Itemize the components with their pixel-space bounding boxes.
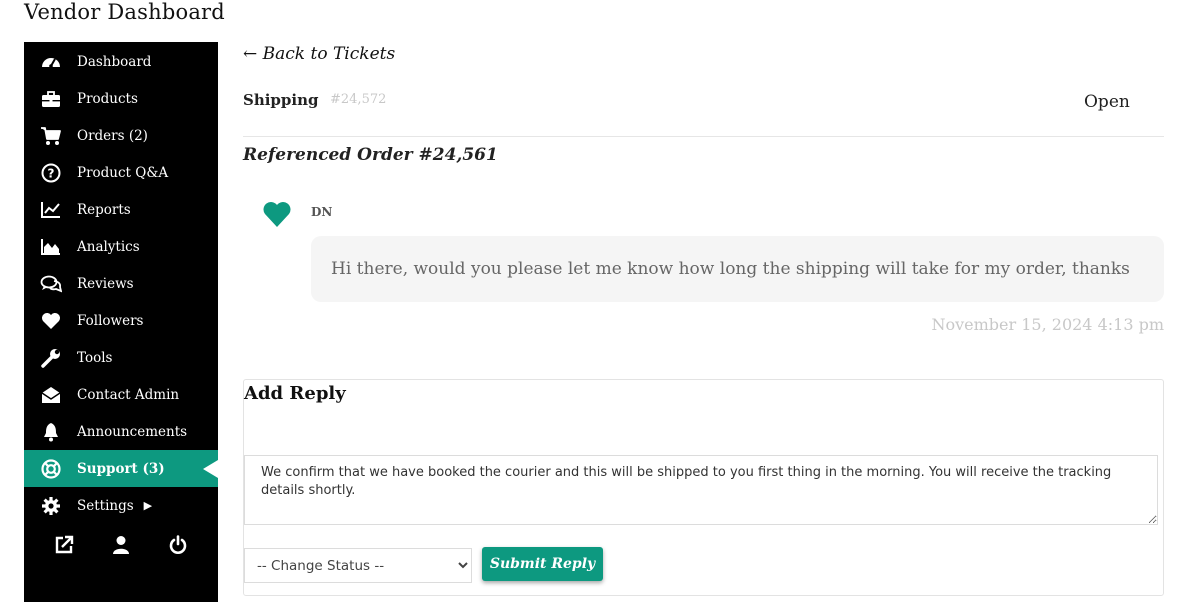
gear-icon bbox=[40, 495, 62, 517]
avatar bbox=[262, 199, 292, 229]
sidebar-item-settings[interactable]: Settings ▶ bbox=[24, 487, 218, 524]
message-bubble: Hi there, would you please let me know h… bbox=[311, 236, 1164, 302]
heart-icon bbox=[40, 310, 62, 332]
sidebar-item-dashboard[interactable]: Dashboard bbox=[24, 43, 218, 80]
ticket-number: #24,572 bbox=[330, 92, 387, 107]
sidebar-item-label: Dashboard bbox=[77, 53, 152, 70]
heart-avatar-icon bbox=[263, 202, 291, 227]
sidebar-item-label: Analytics bbox=[77, 238, 140, 255]
ticket-status: Open bbox=[1084, 92, 1130, 112]
sidebar-item-product-qa[interactable]: ? Product Q&A bbox=[24, 154, 218, 191]
briefcase-icon bbox=[40, 88, 62, 110]
sidebar-item-tools[interactable]: Tools bbox=[24, 339, 218, 376]
envelope-open-icon bbox=[40, 384, 62, 406]
lifebuoy-icon bbox=[40, 458, 62, 480]
sidebar-item-label: Orders (2) bbox=[77, 127, 148, 144]
sidebar-item-label: Settings bbox=[77, 497, 134, 514]
user-icon[interactable] bbox=[109, 533, 133, 557]
submit-reply-button[interactable]: Submit Reply bbox=[482, 547, 603, 581]
sidebar-item-followers[interactable]: Followers bbox=[24, 302, 218, 339]
comments-icon bbox=[40, 273, 62, 295]
sidebar-footer bbox=[24, 530, 218, 560]
sidebar-item-contact-admin[interactable]: Contact Admin bbox=[24, 376, 218, 413]
gauge-icon bbox=[40, 51, 62, 73]
sidebar-item-label: Support (3) bbox=[77, 460, 165, 477]
sidebar-item-analytics[interactable]: Analytics bbox=[24, 228, 218, 265]
ticket-topic: Shipping bbox=[243, 91, 319, 109]
sidebar-item-reviews[interactable]: Reviews bbox=[24, 265, 218, 302]
question-circle-icon: ? bbox=[40, 162, 62, 184]
power-icon[interactable] bbox=[166, 533, 190, 557]
line-chart-icon bbox=[40, 199, 62, 221]
divider bbox=[243, 136, 1164, 137]
back-to-tickets-link[interactable]: ← Back to Tickets bbox=[243, 44, 395, 64]
sidebar-item-label: Reviews bbox=[77, 275, 134, 292]
reply-textarea[interactable]: We confirm that we have booked the couri… bbox=[244, 455, 1158, 525]
bell-icon bbox=[40, 421, 62, 443]
referenced-order: Referenced Order #24,561 bbox=[243, 145, 498, 165]
add-reply-title: Add Reply bbox=[244, 383, 346, 404]
caret-right-icon: ▶ bbox=[143, 499, 153, 512]
sidebar-item-announcements[interactable]: Announcements bbox=[24, 413, 218, 450]
sidebar-item-label: Followers bbox=[77, 312, 144, 329]
area-chart-icon bbox=[40, 236, 62, 258]
sidebar-item-label: Announcements bbox=[77, 423, 188, 440]
cart-icon bbox=[40, 125, 62, 147]
wrench-icon bbox=[40, 347, 62, 369]
svg-text:?: ? bbox=[48, 166, 55, 180]
add-reply-panel: Add Reply We confirm that we have booked… bbox=[243, 379, 1164, 596]
sidebar: Dashboard Products Orders (2) ? Product … bbox=[24, 42, 218, 602]
sidebar-item-label: Tools bbox=[77, 349, 113, 366]
message-timestamp: November 15, 2024 4:13 pm bbox=[931, 315, 1164, 334]
sidebar-item-label: Products bbox=[77, 90, 138, 107]
sidebar-item-label: Reports bbox=[77, 201, 131, 218]
external-link-icon[interactable] bbox=[52, 533, 76, 557]
sidebar-item-orders[interactable]: Orders (2) bbox=[24, 117, 218, 154]
sidebar-item-label: Contact Admin bbox=[77, 386, 180, 403]
sidebar-item-reports[interactable]: Reports bbox=[24, 191, 218, 228]
sidebar-item-label: Product Q&A bbox=[77, 164, 169, 181]
page-title: Vendor Dashboard bbox=[24, 0, 225, 24]
sidebar-item-products[interactable]: Products bbox=[24, 80, 218, 117]
message-author: DN bbox=[311, 205, 333, 219]
message-text: Hi there, would you please let me know h… bbox=[331, 259, 1130, 279]
change-status-select[interactable]: -- Change Status -- bbox=[244, 548, 472, 583]
sidebar-item-support[interactable]: Support (3) bbox=[24, 450, 218, 487]
